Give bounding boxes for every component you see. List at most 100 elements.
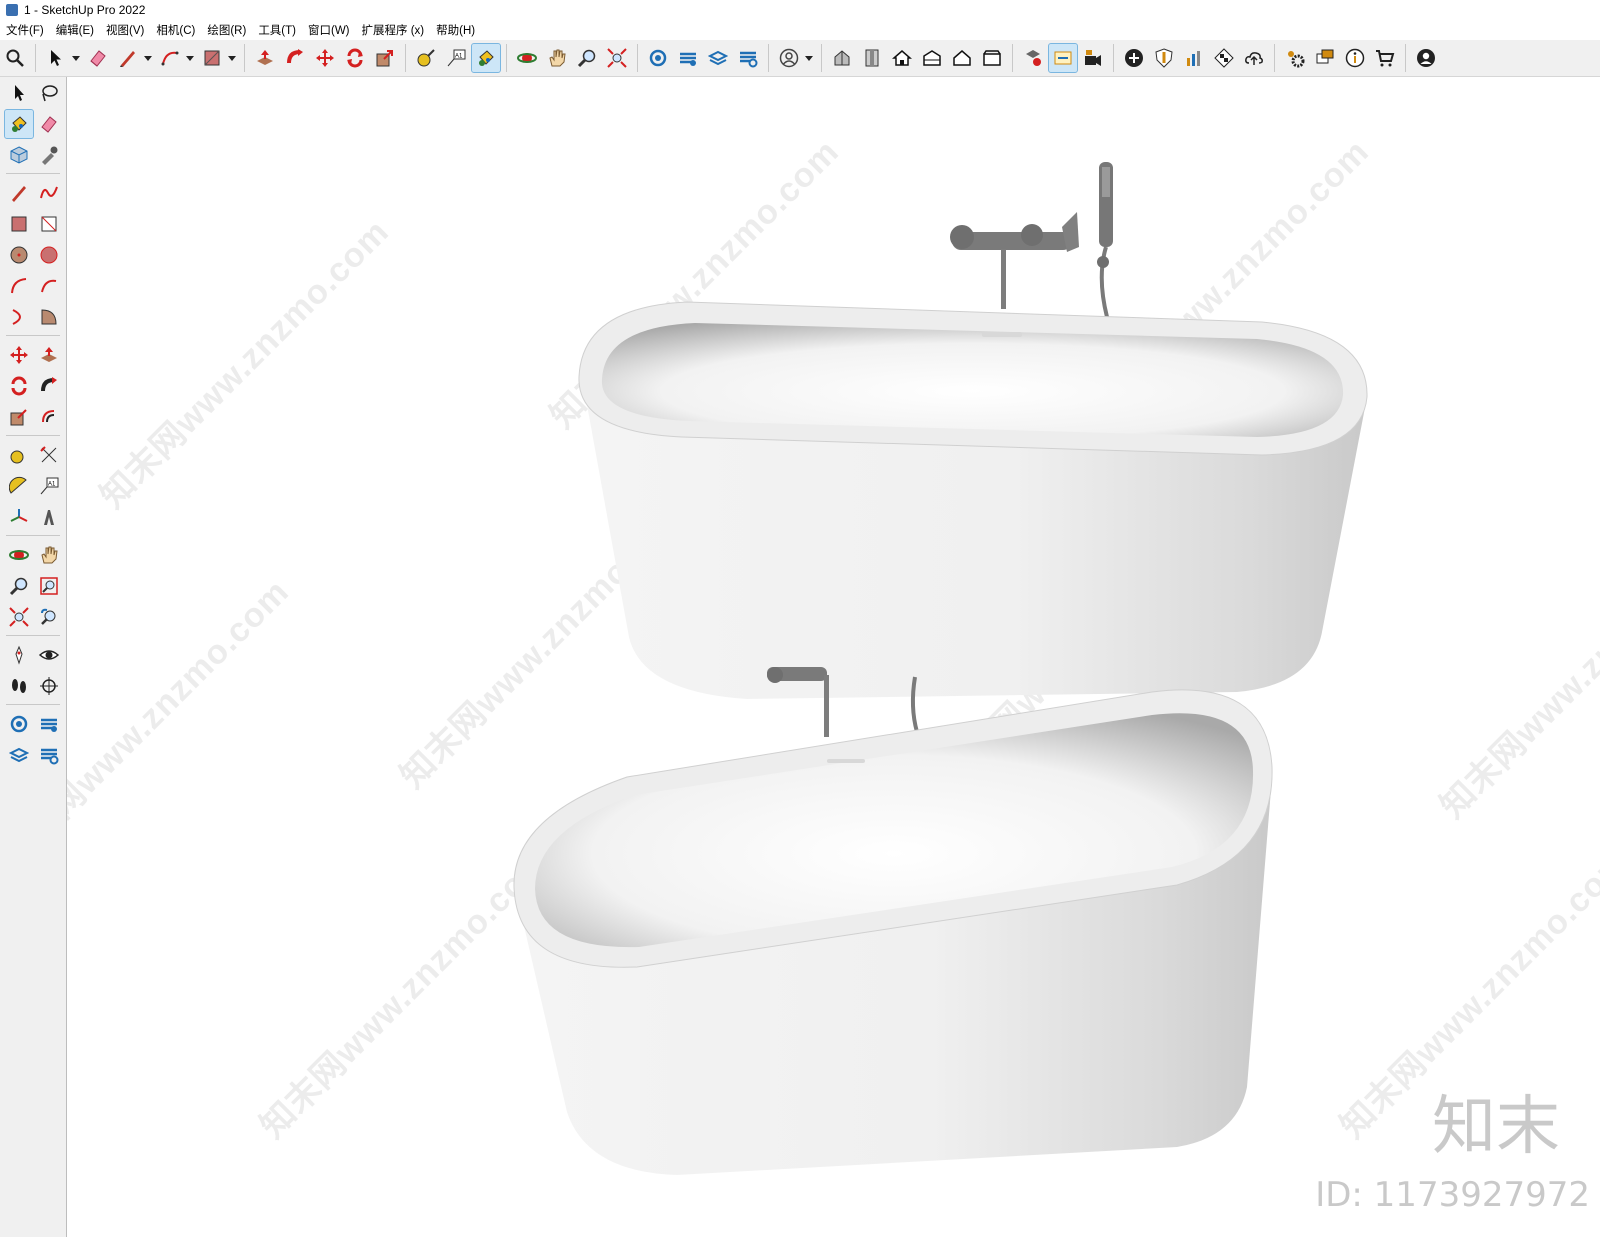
- left-protractor-button[interactable]: [5, 472, 33, 500]
- left-eraser-button[interactable]: [35, 110, 63, 138]
- left-tape-measure-button[interactable]: [5, 441, 33, 469]
- left-sample-button[interactable]: [35, 141, 63, 169]
- settings-button[interactable]: [1281, 44, 1309, 72]
- account-button[interactable]: [775, 44, 803, 72]
- menu-window[interactable]: 窗口(W): [308, 22, 350, 38]
- display-section-button[interactable]: [1048, 43, 1078, 73]
- extension-manager-button[interactable]: [734, 44, 762, 72]
- left-extension-warehouse-button[interactable]: [35, 710, 63, 738]
- rotate-tool-button[interactable]: [341, 44, 369, 72]
- left-view-button[interactable]: [978, 44, 1006, 72]
- left-pan-button[interactable]: [35, 541, 63, 569]
- left-layout-button[interactable]: [5, 741, 33, 769]
- left-rotated-rectangle-button[interactable]: [35, 210, 63, 238]
- menu-file[interactable]: 文件(F): [6, 22, 44, 38]
- line-tool-button[interactable]: [114, 44, 142, 72]
- left-line-button[interactable]: [5, 179, 33, 207]
- line-dropdown[interactable]: [143, 44, 152, 72]
- left-component-button[interactable]: [5, 141, 33, 169]
- rectangle-dropdown[interactable]: [227, 44, 236, 72]
- scene-camera-button[interactable]: [1079, 44, 1107, 72]
- left-push-pull-button[interactable]: [35, 341, 63, 369]
- left-warehouse-button[interactable]: [5, 710, 33, 738]
- menu-draw[interactable]: 绘图(R): [207, 22, 246, 38]
- shield-button[interactable]: [1150, 44, 1178, 72]
- arc-tool-button[interactable]: [156, 44, 184, 72]
- iso-view-button[interactable]: [828, 44, 856, 72]
- left-polygon-button[interactable]: [35, 241, 63, 269]
- left-lasso-button[interactable]: [35, 79, 63, 107]
- left-zoom-button[interactable]: [5, 572, 33, 600]
- select-tool-button[interactable]: [42, 44, 70, 72]
- menu-view[interactable]: 视图(V): [106, 22, 144, 38]
- dialog-button[interactable]: [1311, 44, 1339, 72]
- zoom-extents-tool-button[interactable]: [603, 44, 631, 72]
- left-position-camera-button[interactable]: [5, 641, 33, 669]
- front-view-button[interactable]: [888, 44, 916, 72]
- left-3d-text-button[interactable]: [35, 503, 63, 531]
- arc-dropdown[interactable]: [185, 44, 194, 72]
- eraser-tool-button[interactable]: [84, 44, 112, 72]
- left-previous-view-button[interactable]: [35, 603, 63, 631]
- text-tool-button[interactable]: A1: [442, 44, 470, 72]
- top-view-button[interactable]: [858, 44, 886, 72]
- left-pie-button[interactable]: [35, 303, 63, 331]
- left-offset-button[interactable]: [35, 403, 63, 431]
- menu-edit[interactable]: 编辑(E): [56, 22, 94, 38]
- select-arrow-icon: [51, 50, 61, 66]
- add-button[interactable]: [1120, 44, 1148, 72]
- layout-send-button[interactable]: [704, 44, 732, 72]
- menu-camera[interactable]: 相机(C): [156, 22, 195, 38]
- left-freehand-button[interactable]: [35, 179, 63, 207]
- left-move-button[interactable]: [5, 341, 33, 369]
- extension-warehouse-button[interactable]: [674, 44, 702, 72]
- cart-button[interactable]: [1371, 44, 1399, 72]
- left-three-point-arc-button[interactable]: [5, 303, 33, 331]
- info-button[interactable]: [1341, 44, 1369, 72]
- tape-measure-tool-button[interactable]: [412, 44, 440, 72]
- left-arc-button[interactable]: [5, 272, 33, 300]
- left-axes-button[interactable]: [5, 503, 33, 531]
- pan-tool-button[interactable]: [543, 44, 571, 72]
- checker-button[interactable]: [1210, 44, 1238, 72]
- account-dropdown[interactable]: [804, 44, 813, 72]
- left-rectangle-button[interactable]: [5, 210, 33, 238]
- model-viewport[interactable]: 知末网www.znzmo.com 知末网www.znzmo.com 知末网www…: [67, 77, 1600, 1237]
- left-walk-button[interactable]: [5, 672, 33, 700]
- left-follow-me-button[interactable]: [35, 372, 63, 400]
- cloud-upload-button[interactable]: [1240, 44, 1268, 72]
- left-circle-button[interactable]: [5, 241, 33, 269]
- zoom-tool-button[interactable]: [573, 44, 601, 72]
- left-zoom-window-button[interactable]: [35, 572, 63, 600]
- menu-extensions[interactable]: 扩展程序 (x): [362, 22, 425, 38]
- left-text-button[interactable]: A1: [35, 472, 63, 500]
- left-look-around-button[interactable]: [35, 641, 63, 669]
- scale-tool-button[interactable]: [371, 44, 399, 72]
- move-tool-button[interactable]: [311, 44, 339, 72]
- search-tool-button[interactable]: [1, 44, 29, 72]
- left-extension-manager-button[interactable]: [35, 741, 63, 769]
- push-pull-tool-button[interactable]: [251, 44, 279, 72]
- style-builder-button[interactable]: [1180, 44, 1208, 72]
- back-view-button[interactable]: [948, 44, 976, 72]
- section-plane-button[interactable]: [1019, 44, 1047, 72]
- profile-button[interactable]: [1412, 44, 1440, 72]
- follow-me-tool-button[interactable]: [281, 44, 309, 72]
- left-select-button[interactable]: [5, 79, 33, 107]
- menu-help[interactable]: 帮助(H): [436, 22, 475, 38]
- left-rotate-button[interactable]: [5, 372, 33, 400]
- left-paint-bucket-button[interactable]: [4, 108, 34, 139]
- paint-bucket-tool-button[interactable]: [471, 43, 501, 73]
- right-view-button[interactable]: [918, 44, 946, 72]
- left-orbit-button[interactable]: [5, 541, 33, 569]
- rectangle-tool-button[interactable]: [198, 44, 226, 72]
- left-zoom-extents-button[interactable]: [5, 603, 33, 631]
- left-dimension-button[interactable]: [35, 441, 63, 469]
- left-section-plane-button[interactable]: [35, 672, 63, 700]
- select-dropdown[interactable]: [71, 44, 80, 72]
- left-two-point-arc-button[interactable]: [35, 272, 63, 300]
- left-scale-button[interactable]: [5, 403, 33, 431]
- warehouse-button[interactable]: [644, 44, 672, 72]
- orbit-tool-button[interactable]: [513, 44, 541, 72]
- menu-tools[interactable]: 工具(T): [258, 22, 296, 38]
